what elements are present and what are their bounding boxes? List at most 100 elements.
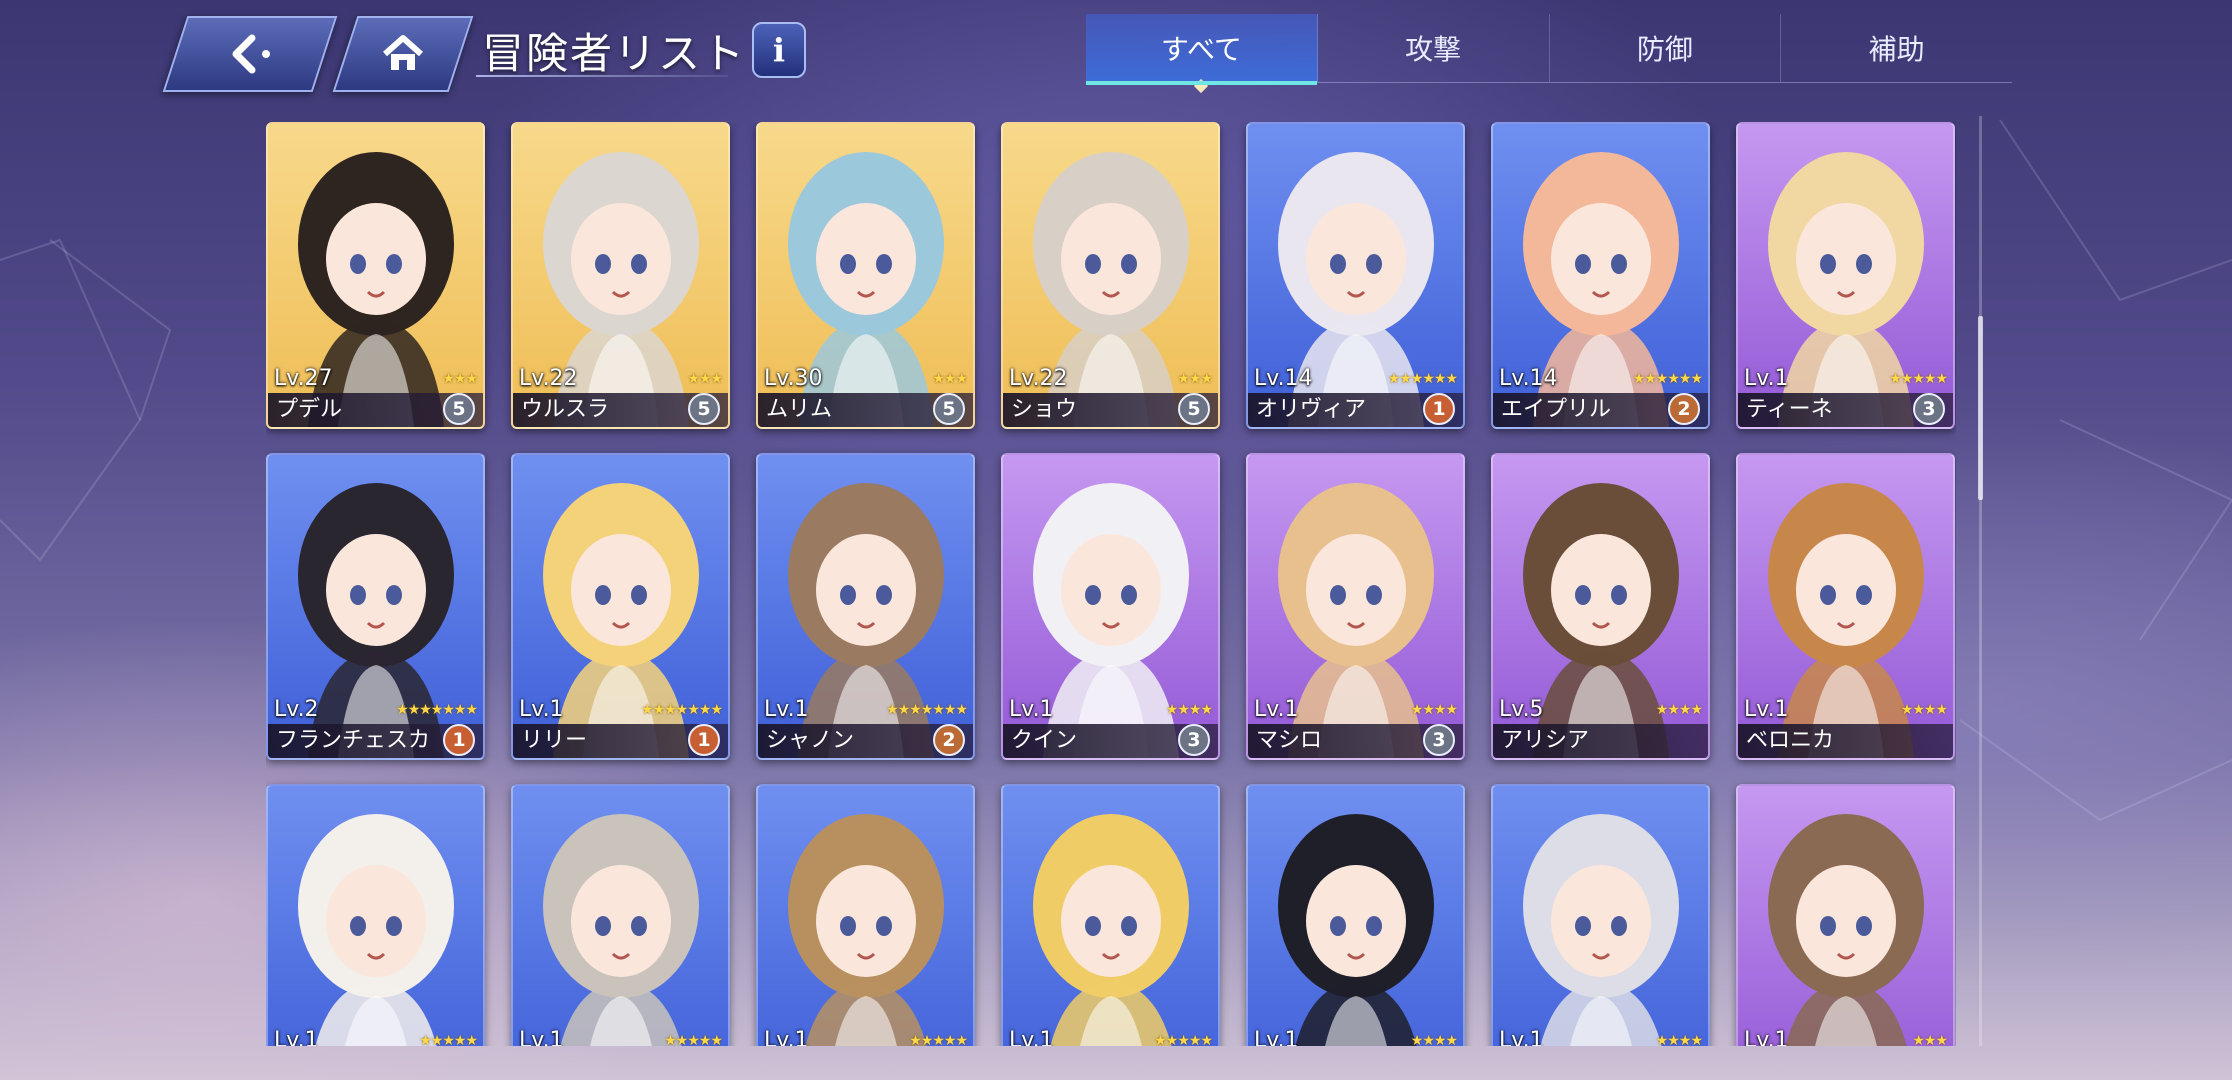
card-level: Lv.22 [1009, 366, 1068, 391]
card-name: ショウ [1011, 397, 1078, 422]
card-name: プデル [276, 397, 343, 422]
adventurer-card[interactable]: Lv.1 ★★★★ クイン 3 [1001, 453, 1220, 760]
adventurer-card[interactable]: Lv.1 ★★★★★ [266, 784, 485, 1046]
card-name-bar: ウルスラ 5 [513, 393, 728, 427]
card-level: Lv.14 [1254, 366, 1313, 391]
home-icon [383, 35, 423, 70]
card-star-rating: ★★★ [1912, 1033, 1948, 1046]
card-name: ウルスラ [521, 397, 610, 422]
tab-all-label: すべて [1160, 33, 1242, 66]
tab-all[interactable]: すべて [1086, 14, 1318, 94]
card-name: フランチェスカ [276, 728, 431, 753]
card-name: ベロニカ [1746, 728, 1835, 753]
card-name: リリー [521, 728, 588, 753]
scrollbar-track[interactable] [1979, 116, 1982, 1046]
card-name: クイン [1011, 728, 1078, 753]
card-level: Lv.27 [274, 366, 333, 391]
card-name-bar: シャノン 2 [758, 724, 973, 758]
card-name-bar: ティーネ 3 [1738, 393, 1953, 427]
adventurer-card[interactable]: Lv.1 ★★★★★ [1001, 784, 1220, 1046]
page-title: 冒険者リスト [482, 29, 747, 78]
tab-defense[interactable]: 防御 [1550, 14, 1782, 82]
adventurer-card[interactable]: Lv.1 ★★★★★ ティーネ 3 [1736, 122, 1955, 429]
card-star-rating: ★★★★★★★ [886, 702, 968, 718]
card-level: Lv.5 [1499, 697, 1544, 722]
card-count-badge: 3 [1423, 724, 1455, 756]
adventurer-card[interactable]: Lv.1 ★★★★ [1246, 784, 1465, 1046]
tab-support[interactable]: 補助 [1781, 14, 2012, 82]
title-underline [476, 75, 728, 77]
adventurer-card[interactable]: Lv.5 ★★★★ アリシア [1491, 453, 1710, 760]
card-star-rating: ★★★ [442, 371, 478, 387]
adventurer-card[interactable]: Lv.1 ★★★★★★★ シャノン 2 [756, 453, 975, 760]
card-level: Lv.1 [764, 1028, 809, 1046]
info-button[interactable]: i [752, 22, 806, 78]
adventurer-card[interactable]: Lv.1 ★★★★★ [756, 784, 975, 1046]
card-count-badge: 2 [933, 724, 965, 756]
adventurer-card[interactable]: Lv.30 ★★★ ムリム 5 [756, 122, 975, 429]
card-star-rating: ★★★ [1177, 371, 1213, 387]
card-name-bar: オリヴィア 1 [1248, 393, 1463, 427]
card-star-rating: ★★★★★ [419, 1033, 478, 1046]
adventurer-card[interactable]: Lv.1 ★★★★★ [511, 784, 730, 1046]
tab-support-label: 補助 [1868, 33, 1925, 66]
card-name-bar: クイン 3 [1003, 724, 1218, 758]
card-name: シャノン [766, 728, 855, 753]
card-level: Lv.30 [764, 366, 823, 391]
card-count-badge: 3 [1913, 393, 1945, 425]
scrollbar-thumb[interactable] [1978, 316, 1983, 500]
card-count-badge: 5 [443, 393, 475, 425]
adventurer-card[interactable]: Lv.22 ★★★ ウルスラ 5 [511, 122, 730, 429]
card-star-rating: ★★★★★ [909, 1033, 968, 1046]
card-star-rating: ★★★★ [1655, 702, 1703, 718]
back-button[interactable] [162, 16, 338, 92]
card-star-rating: ★★★★ [1410, 1033, 1458, 1046]
character-portrait [1033, 814, 1189, 1046]
card-level: Lv.1 [519, 697, 564, 722]
home-button[interactable] [332, 16, 474, 92]
card-level: Lv.1 [1744, 1028, 1789, 1046]
character-portrait [298, 814, 454, 1046]
card-level: Lv.1 [1254, 1028, 1299, 1046]
adventurer-card[interactable]: Lv.1 ★★★★★★★ リリー 1 [511, 453, 730, 760]
card-star-rating: ★★★★ [1655, 1033, 1703, 1046]
character-portrait [1523, 814, 1679, 1046]
card-level: Lv.1 [1009, 697, 1054, 722]
adventurer-card[interactable]: Lv.22 ★★★ ショウ 5 [1001, 122, 1220, 429]
card-level: Lv.1 [764, 697, 809, 722]
card-name: オリヴィア [1256, 397, 1367, 422]
card-star-rating: ★★★★ [1410, 702, 1458, 718]
card-level: Lv.1 [274, 1028, 319, 1046]
character-portrait [543, 814, 699, 1046]
tab-attack[interactable]: 攻撃 [1318, 14, 1550, 82]
card-star-rating: ★★★★ [1900, 702, 1948, 718]
card-star-rating: ★★★ [687, 371, 723, 387]
card-star-rating: ★★★★★ [664, 1033, 723, 1046]
adventurer-card[interactable]: Lv.1 ★★★ [1736, 784, 1955, 1046]
card-name-bar: ムリム 5 [758, 393, 973, 427]
card-name: ティーネ [1746, 397, 1833, 422]
adventurer-card[interactable]: Lv.2 ★★★★★★★ フランチェスカ 1 [266, 453, 485, 760]
adventurer-card[interactable]: Lv.14 ★★★★★★ オリヴィア 1 [1246, 122, 1465, 429]
card-name: ムリム [766, 397, 833, 422]
character-portrait [788, 814, 944, 1046]
card-star-rating: ★★★★★★ [1387, 371, 1458, 387]
adventurer-card[interactable]: Lv.1 ★★★★ ベロニカ [1736, 453, 1955, 760]
adventurer-card[interactable]: Lv.27 ★★★ プデル 5 [266, 122, 485, 429]
card-star-rating: ★★★★ [1165, 702, 1213, 718]
card-count-badge: 5 [933, 393, 965, 425]
card-star-rating: ★★★★★★ [1632, 371, 1703, 387]
adventurer-card[interactable]: Lv.1 ★★★★ [1491, 784, 1710, 1046]
card-star-rating: ★★★★★ [1889, 371, 1948, 387]
adventurer-card[interactable]: Lv.1 ★★★★ マシロ 3 [1246, 453, 1465, 760]
card-name-bar: アリシア [1493, 724, 1708, 758]
card-count-badge: 1 [443, 724, 475, 756]
card-level: Lv.1 [1499, 1028, 1544, 1046]
card-name-bar: マシロ 3 [1248, 724, 1463, 758]
card-star-rating: ★★★★★★★ [396, 702, 478, 718]
tab-defense-label: 防御 [1636, 33, 1693, 66]
card-level: Lv.1 [519, 1028, 564, 1046]
filter-tabs: すべて 攻撃 防御 補助 [1086, 14, 2012, 94]
adventurer-grid[interactable]: Lv.27 ★★★ プデル 5 Lv.22 ★★★ ウルスラ 5 Lv.30 ★★★ ムリム 5 Lv.… [266, 122, 1956, 1046]
adventurer-card[interactable]: Lv.14 ★★★★★★ エイプリル 2 [1491, 122, 1710, 429]
